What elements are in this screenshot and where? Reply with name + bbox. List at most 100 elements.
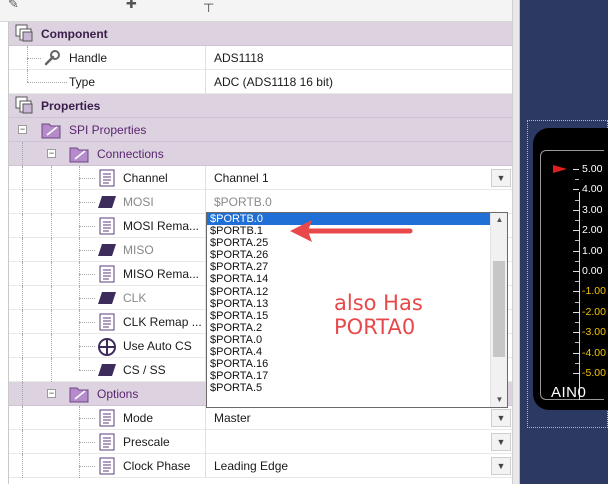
dropdown-option[interactable]: $PORTA.14 [207, 273, 491, 285]
category-label: Component [41, 27, 108, 41]
wrench-icon [44, 50, 60, 66]
dropdown-scrollbar[interactable]: ▲ ▼ [490, 213, 507, 407]
meter-tick-label: 3.00 [582, 203, 603, 216]
dropdown-button[interactable]: ▼ [491, 457, 511, 475]
property-row-mosi[interactable]: MOSI $PORTB.0 [9, 190, 512, 214]
property-row-clock-phase[interactable]: Clock Phase Leading Edge ▼ [9, 454, 512, 478]
property-row-prescale[interactable]: Prescale ▼ [9, 430, 512, 454]
meter-minor-tick [575, 240, 579, 242]
property-label: Handle [69, 51, 108, 65]
dropdown-button[interactable]: ▼ [491, 409, 511, 427]
category-properties[interactable]: Properties [9, 94, 512, 118]
property-label: Channel [123, 171, 168, 185]
category-component[interactable]: Component [9, 22, 512, 46]
property-label: Type [69, 75, 96, 89]
dropdown-option[interactable]: $PORTA.26 [207, 249, 491, 261]
document-icon [99, 457, 115, 475]
meter-tick-label: -1.00 [582, 285, 606, 298]
panel-splitter[interactable] [512, 0, 520, 484]
property-label: CLK [123, 291, 147, 305]
add-icon[interactable]: ✚ [126, 0, 137, 12]
meter-axis [579, 192, 580, 400]
meter-tick-label: 5.00 [582, 163, 603, 175]
meter-needle [553, 165, 567, 173]
properties-icon [15, 96, 33, 114]
collapse-icon[interactable]: − [47, 389, 56, 398]
document-icon [99, 313, 115, 331]
pencil-icon[interactable]: ✎ [8, 0, 19, 12]
dropdown-option[interactable]: $PORTA.4 [207, 346, 491, 358]
scroll-down-icon[interactable]: ▼ [491, 393, 507, 407]
property-row-handle[interactable]: Handle ADS1118 [9, 46, 512, 70]
meter-minor-tick [575, 342, 579, 344]
property-value[interactable]: $PORTB.0 [214, 190, 272, 214]
split-icon[interactable]: ┬ [204, 0, 213, 11]
property-value[interactable]: Channel 1 [214, 166, 269, 190]
collapse-icon[interactable]: − [18, 125, 27, 134]
meter-tick [573, 169, 579, 170]
meter-tick-label: 0.00 [582, 265, 603, 277]
scroll-up-icon[interactable]: ▲ [491, 213, 507, 227]
property-value[interactable]: ADS1118 [214, 46, 264, 70]
pin-icon [98, 292, 116, 304]
folder-icon [41, 123, 61, 139]
property-label: Use Auto CS [123, 339, 192, 353]
dropdown-option[interactable]: $PORTA.17 [207, 370, 491, 382]
pin-icon [98, 364, 116, 376]
property-value[interactable]: Leading Edge [214, 454, 288, 478]
meter-tick [573, 230, 579, 232]
meter-tick-label: 2.00 [582, 224, 603, 237]
property-row-type[interactable]: Type ADC (ADS1118 16 bit) [9, 70, 512, 94]
property-value[interactable]: ADC (ADS1118 16 bit) [214, 70, 333, 94]
group-spi-properties[interactable]: − SPI Properties [9, 118, 512, 142]
group-connections[interactable]: − Connections [9, 142, 512, 166]
property-value[interactable]: Master [214, 406, 251, 430]
property-label: CLK Remap ... [123, 315, 202, 329]
pin-icon [98, 244, 116, 256]
meter-label: AIN0 [551, 384, 587, 401]
component-icon [15, 24, 33, 42]
property-label: Prescale [123, 435, 170, 449]
property-row-mode[interactable]: Mode Master ▼ [9, 406, 512, 430]
collapse-icon[interactable]: − [47, 149, 56, 158]
property-label: Clock Phase [123, 459, 191, 473]
meter-tick-label: -5.00 [582, 367, 606, 379]
dropdown-button[interactable]: ▼ [491, 433, 511, 451]
property-label: CS / SS [123, 363, 166, 377]
dropdown-option[interactable]: $PORTA.27 [207, 261, 491, 273]
dropdown-option[interactable]: $PORTA.5 [207, 382, 491, 394]
dropdown-option[interactable]: $PORTA.16 [207, 358, 491, 370]
group-label: Options [97, 387, 139, 401]
annotation-text: also Has PORTA0 [334, 291, 423, 339]
meter-tick [573, 209, 579, 211]
document-icon [99, 265, 115, 283]
property-row-channel[interactable]: Channel Channel 1 ▼ [9, 166, 512, 190]
dropdown-button[interactable]: ▼ [491, 169, 511, 187]
document-icon [99, 169, 115, 187]
property-label: MOSI [123, 195, 154, 209]
meter-tick-label: 1.00 [582, 244, 603, 257]
meter-minor-tick [575, 199, 579, 201]
toolbar: ✎ ✚ ┬ [0, 0, 516, 22]
property-label: MISO [123, 243, 154, 257]
meter-tick [573, 332, 579, 334]
meter-tick [573, 271, 579, 272]
meter-component[interactable]: 5.00 4.00 3.00 2.00 1.00 0.00 -1.00 -2.00 -3.00 -… [533, 128, 608, 410]
meter-tick [573, 250, 579, 252]
meter-minor-tick [575, 260, 579, 262]
meter-tick-label: -2.00 [582, 305, 606, 318]
pin-icon [98, 196, 116, 208]
document-icon [99, 409, 115, 427]
folder-icon [69, 147, 89, 163]
crosshair-icon [98, 338, 116, 356]
meter-minor-tick [575, 322, 579, 323]
property-label: MISO Rema... [123, 267, 200, 281]
meter-tick-label: -3.00 [582, 326, 606, 339]
meter-tick [573, 291, 579, 293]
scrollbar-thumb[interactable] [493, 261, 505, 357]
meter-minor-tick [575, 362, 579, 364]
meter-frame: 5.00 4.00 3.00 2.00 1.00 0.00 -1.00 -2.00 -3.00 -… [540, 150, 606, 400]
meter-minor-tick [575, 179, 579, 181]
meter-tick-label: 4.00 [582, 183, 603, 196]
folder-icon [69, 387, 89, 403]
